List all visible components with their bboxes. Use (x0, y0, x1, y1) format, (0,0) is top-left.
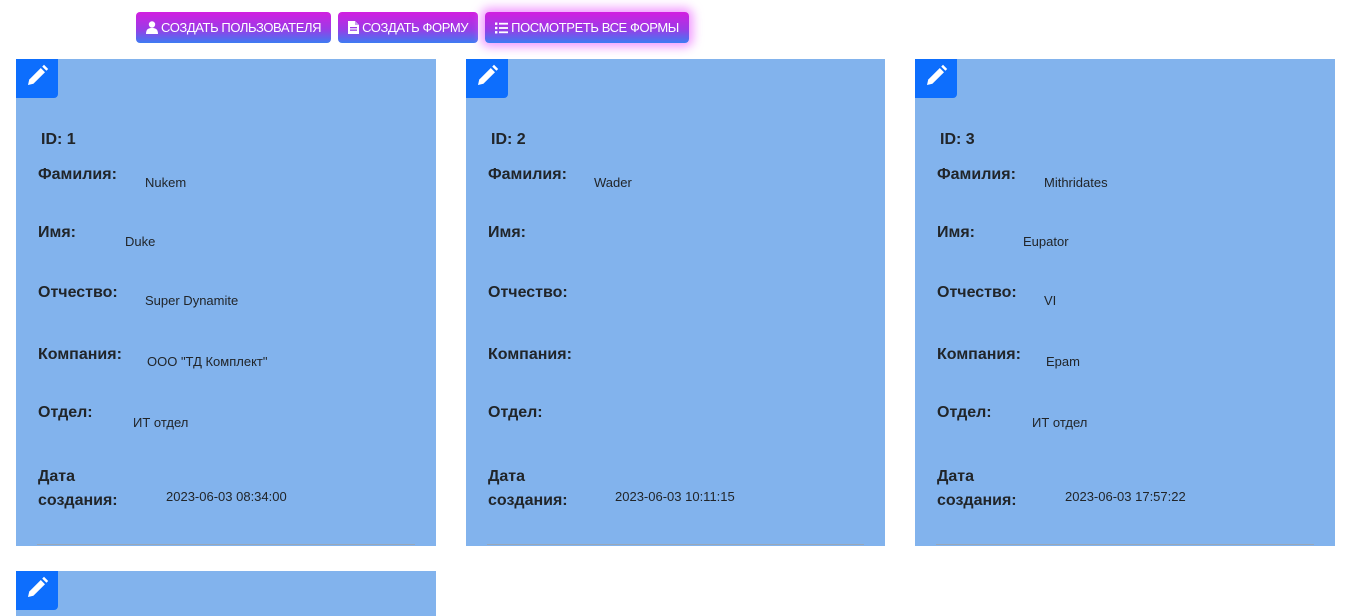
view-all-forms-label: ПОСМОТРЕТЬ ВСЕ ФОРМЫ (511, 20, 679, 35)
divider (936, 544, 1314, 545)
created-label-line1: Дата (488, 468, 526, 485)
name-value: Eupator (1023, 234, 1069, 249)
created-label-line1: Дата (937, 468, 975, 485)
company-label: Компания: (937, 346, 1021, 363)
patronymic-label: Отчество: (488, 284, 568, 301)
edit-button[interactable] (16, 571, 58, 610)
created-label-line2: создания: (488, 492, 568, 509)
surname-value: Wader (594, 175, 632, 190)
edit-button[interactable] (915, 59, 957, 98)
pencil-icon (25, 576, 49, 605)
edit-button[interactable] (16, 59, 58, 98)
department-label: Отдел: (488, 404, 543, 421)
company-label: Компания: (488, 346, 572, 363)
name-label: Имя: (488, 224, 526, 241)
card-id: ID: 1 (41, 131, 76, 148)
pencil-icon (25, 64, 49, 93)
edit-button[interactable] (466, 59, 508, 98)
user-card (16, 571, 436, 616)
created-label-line2: создания: (937, 492, 1017, 509)
user-icon (146, 21, 158, 34)
user-card: ID: 3 Фамилия: Mithridates Имя: Eupator … (915, 59, 1335, 546)
user-card: ID: 1 Фамилия: Nukem Имя: Duke Отчество:… (16, 59, 436, 546)
created-value: 2023-06-03 08:34:00 (166, 489, 287, 504)
patronymic-value: Super Dynamite (145, 293, 239, 308)
name-label: Имя: (937, 224, 975, 241)
pencil-icon (924, 64, 948, 93)
surname-value: Nukem (145, 175, 187, 190)
surname-label: Фамилия: (38, 166, 117, 183)
surname-value: Mithridates (1044, 175, 1108, 190)
create-form-label: СОЗДАТЬ ФОРМУ (362, 20, 469, 35)
file-icon (348, 21, 360, 34)
company-value: ООО "ТД Комплект" (147, 354, 268, 369)
department-label: Отдел: (937, 404, 992, 421)
created-value: 2023-06-03 10:11:15 (615, 489, 735, 504)
card-id: ID: 3 (940, 131, 975, 148)
pencil-icon (475, 64, 499, 93)
created-label-line1: Дата (38, 468, 76, 485)
department-value: ИТ отдел (133, 415, 189, 430)
created-value: 2023-06-03 17:57:22 (1065, 489, 1186, 504)
create-user-button[interactable]: СОЗДАТЬ ПОЛЬЗОВАТЕЛЯ (136, 12, 332, 43)
patronymic-label: Отчество: (38, 284, 118, 301)
created-label-line2: создания: (38, 492, 118, 509)
patronymic-value: VI (1044, 293, 1057, 308)
view-all-forms-button[interactable]: ПОСМОТРЕТЬ ВСЕ ФОРМЫ (485, 12, 689, 43)
patronymic-label: Отчество: (937, 284, 1017, 301)
name-label: Имя: (38, 224, 76, 241)
list-icon (495, 22, 509, 34)
name-value: Duke (125, 234, 156, 249)
create-form-button[interactable]: СОЗДАТЬ ФОРМУ (338, 12, 479, 43)
create-user-label: СОЗДАТЬ ПОЛЬЗОВАТЕЛЯ (161, 20, 322, 35)
department-value: ИТ отдел (1032, 415, 1088, 430)
company-value: Epam (1046, 354, 1080, 369)
surname-label: Фамилия: (488, 166, 567, 183)
company-label: Компания: (38, 346, 122, 363)
card-id: ID: 2 (491, 131, 526, 148)
user-card: ID: 2 Фамилия: Wader Имя: Отчество: Комп… (466, 59, 885, 546)
divider (37, 544, 415, 545)
department-label: Отдел: (38, 404, 93, 421)
divider (487, 544, 864, 545)
toolbar: СОЗДАТЬ ПОЛЬЗОВАТЕЛЯ СОЗДАТЬ ФОРМУ ПОСМО… (136, 12, 689, 43)
surname-label: Фамилия: (937, 166, 1016, 183)
